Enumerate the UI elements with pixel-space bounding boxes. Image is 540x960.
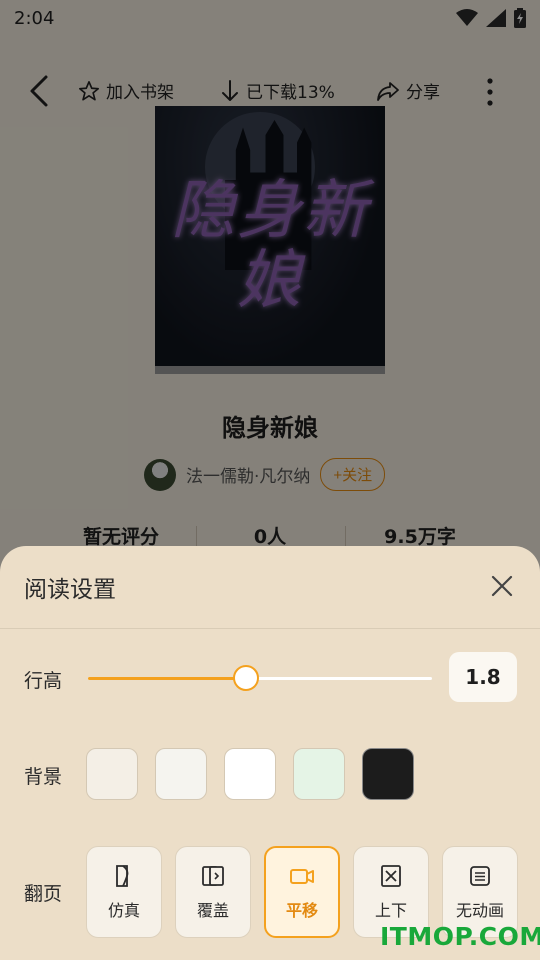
page-flip-option-slide[interactable]: 平移 xyxy=(264,846,340,938)
page-flip-label: 翻页 xyxy=(24,883,63,905)
background-swatch-3[interactable] xyxy=(224,748,276,800)
page-flip-option-label: 覆盖 xyxy=(196,901,229,920)
background-swatch-4[interactable] xyxy=(293,748,345,800)
page-flip-simulate-icon xyxy=(116,865,129,887)
background-swatches xyxy=(86,748,414,800)
page-flip-slide-icon xyxy=(290,869,314,884)
background-label: 背景 xyxy=(24,766,63,788)
line-height-label: 行高 xyxy=(24,670,63,692)
watermark-text: ITMOP.COM xyxy=(380,922,540,951)
line-height-slider[interactable] xyxy=(88,665,432,691)
page-flip-vertical-icon xyxy=(381,865,401,887)
background-swatch-2[interactable] xyxy=(155,748,207,800)
background-swatch-1[interactable] xyxy=(86,748,138,800)
background-swatch-5[interactable] xyxy=(362,748,414,800)
reading-settings-sheet: 阅读设置 行高 1.8 背景 翻页 仿真 覆盖 平移 上下 无动画 xyxy=(0,546,540,960)
page-flip-option-label: 仿真 xyxy=(107,901,140,920)
page-flip-option-label: 无动画 xyxy=(455,901,504,920)
page-flip-option-simulate[interactable]: 仿真 xyxy=(86,846,162,938)
line-height-slider-fill xyxy=(88,677,246,680)
line-height-slider-thumb[interactable] xyxy=(233,665,259,691)
page-flip-cover-icon xyxy=(202,866,224,886)
page-flip-option-label: 上下 xyxy=(374,901,407,920)
line-height-value: 1.8 xyxy=(449,652,517,702)
close-icon[interactable] xyxy=(488,572,516,600)
sheet-title: 阅读设置 xyxy=(24,577,116,603)
page-flip-option-label: 平移 xyxy=(285,901,318,920)
page-flip-option-cover[interactable]: 覆盖 xyxy=(175,846,251,938)
page-flip-none-icon xyxy=(470,866,490,886)
